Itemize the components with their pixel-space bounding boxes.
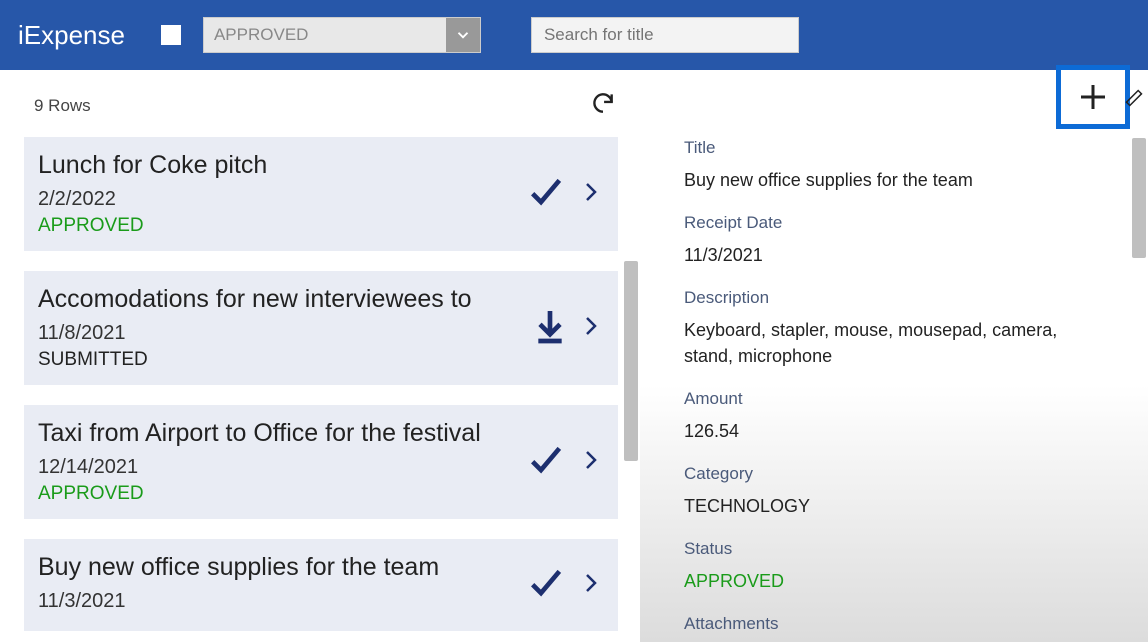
detail-category-group: Category TECHNOLOGY (684, 464, 1128, 519)
expense-list-panel: 9 Rows Lunch for Coke pitch 2/2/2022 APPRO… (0, 70, 640, 642)
list-item-icons (522, 563, 602, 608)
chevron-down-icon[interactable] (446, 18, 480, 52)
download-icon (530, 304, 570, 353)
chevron-right-icon[interactable] (578, 440, 602, 485)
refresh-icon[interactable] (590, 90, 616, 121)
detail-status-group: Status APPROVED (684, 539, 1128, 594)
list-item-title: Taxi from Airport to Office for the fest… (38, 419, 522, 448)
edit-icon[interactable] (1124, 88, 1144, 113)
list-item[interactable]: Taxi from Airport to Office for the fest… (24, 405, 618, 519)
list-item[interactable]: Lunch for Coke pitch 2/2/2022 APPROVED (24, 137, 618, 251)
check-icon (522, 440, 570, 485)
detail-label-amount: Amount (684, 389, 1128, 409)
detail-value-title: Buy new office supplies for the team (684, 168, 1128, 193)
list-item-date: 11/3/2021 (38, 590, 522, 613)
search-input[interactable] (531, 17, 799, 53)
list-header: 9 Rows (0, 80, 640, 131)
list-item-body: Accomodations for new interviewees to 11/… (38, 285, 530, 371)
detail-value-description: Keyboard, stapler, mouse, mousepad, came… (684, 318, 1064, 368)
detail-label-category: Category (684, 464, 1128, 484)
detail-label-title: Title (684, 138, 1128, 158)
detail-panel: Title Buy new office supplies for the te… (640, 70, 1148, 642)
app-header: iExpense APPROVED (0, 0, 1148, 70)
add-button[interactable] (1056, 65, 1130, 129)
detail-title-group: Title Buy new office supplies for the te… (684, 138, 1128, 193)
detail-label-status: Status (684, 539, 1128, 559)
list-item-body: Buy new office supplies for the team 11/3… (38, 553, 522, 617)
detail-value-status: APPROVED (684, 569, 1128, 594)
detail-description-group: Description Keyboard, stapler, mouse, mo… (684, 288, 1128, 368)
list-item-body: Taxi from Airport to Office for the fest… (38, 419, 522, 505)
list-item-icons (522, 172, 602, 217)
list-item[interactable]: Accomodations for new interviewees to 11/… (24, 271, 618, 385)
rows-count: 9 Rows (34, 96, 91, 116)
expense-list: Lunch for Coke pitch 2/2/2022 APPROVED Acco… (0, 131, 640, 641)
detail-attachments-group: Attachments (684, 614, 1128, 634)
detail-label-receipt-date: Receipt Date (684, 213, 1128, 233)
filter-dropdown[interactable]: APPROVED (203, 17, 481, 53)
detail-label-attachments: Attachments (684, 614, 1128, 634)
list-item-body: Lunch for Coke pitch 2/2/2022 APPROVED (38, 151, 522, 237)
list-item-status: APPROVED (38, 215, 522, 237)
detail-label-description: Description (684, 288, 1128, 308)
filter-dropdown-value: APPROVED (204, 25, 446, 45)
list-item-icons (530, 304, 602, 353)
list-item[interactable]: Buy new office supplies for the team 11/3… (24, 539, 618, 631)
chevron-right-icon[interactable] (578, 172, 602, 217)
list-item-title: Accomodations for new interviewees to (38, 285, 530, 314)
scrollbar[interactable] (1132, 138, 1146, 258)
content: 9 Rows Lunch for Coke pitch 2/2/2022 APPRO… (0, 70, 1148, 642)
filter-checkbox[interactable] (159, 23, 183, 47)
list-item-icons (522, 440, 602, 485)
chevron-right-icon[interactable] (578, 563, 602, 608)
list-item-title: Buy new office supplies for the team (38, 553, 522, 582)
detail-value-category: TECHNOLOGY (684, 494, 1128, 519)
list-item-date: 2/2/2022 (38, 188, 522, 211)
list-item-title: Lunch for Coke pitch (38, 151, 522, 180)
list-item-date: 11/8/2021 (38, 322, 530, 345)
scrollbar[interactable] (624, 261, 638, 461)
list-item-status: APPROVED (38, 483, 522, 505)
detail-value-receipt-date: 11/3/2021 (684, 243, 1128, 268)
check-icon (522, 172, 570, 217)
list-item-status: SUBMITTED (38, 349, 530, 371)
detail-amount-group: Amount 126.54 (684, 389, 1128, 444)
detail-receipt-date-group: Receipt Date 11/3/2021 (684, 213, 1128, 268)
chevron-right-icon[interactable] (578, 306, 602, 351)
list-item-date: 12/14/2021 (38, 456, 522, 479)
detail-value-amount: 126.54 (684, 419, 1128, 444)
check-icon (522, 563, 570, 608)
app-title: iExpense (18, 20, 125, 51)
